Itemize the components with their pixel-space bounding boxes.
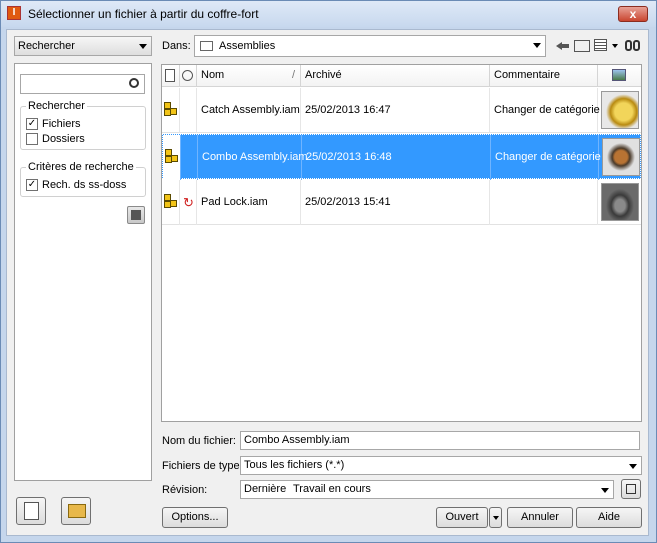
- row-comment: [490, 180, 598, 225]
- close-button[interactable]: x: [618, 6, 648, 22]
- filetype-select[interactable]: Tous les fichiers (*.*): [240, 456, 642, 475]
- row-comment: Changer de catégorie: [490, 88, 600, 133]
- folder-icon: [200, 41, 213, 51]
- cancel-button[interactable]: Annuler: [507, 507, 573, 528]
- window-title: Sélectionner un fichier à partir du coff…: [28, 7, 259, 21]
- search-icon: [129, 78, 139, 88]
- files-label: Fichiers: [42, 118, 81, 130]
- combo-assembly-thumbnail: [602, 138, 640, 176]
- header-thumbnail[interactable]: [598, 65, 641, 87]
- row-status-cell: [181, 135, 198, 180]
- header-comment-label: Commentaire: [494, 69, 561, 81]
- file-list: Nom / Archivé Commentaire Catch Assembly…: [161, 64, 642, 422]
- subfolders-label: Rech. ds ss-doss: [42, 179, 127, 191]
- table-row-selected[interactable]: Combo Assembly.iam 25/02/2013 16:48 Chan…: [162, 134, 642, 180]
- subfolders-checkbox[interactable]: ✓: [26, 179, 38, 191]
- zoom-window-icon: [626, 484, 636, 494]
- save-search-button[interactable]: [127, 206, 145, 224]
- row-type-cell: [163, 135, 181, 180]
- refresh-status-icon: ↻: [180, 180, 197, 225]
- row-status-cell: [180, 88, 197, 133]
- chevron-down-icon: [533, 43, 541, 48]
- help-button[interactable]: Aide: [576, 507, 642, 528]
- catch-assembly-thumbnail: [601, 91, 639, 129]
- header-archived-label: Archivé: [305, 69, 342, 81]
- row-name: Catch Assembly.iam: [197, 88, 301, 133]
- assembly-icon: [164, 102, 179, 117]
- binoculars-icon: [625, 40, 632, 51]
- app-icon: I: [7, 6, 21, 20]
- row-thumbnail-cell: [598, 180, 641, 225]
- table-row[interactable]: ↻ Pad Lock.iam 25/02/2013 15:41: [162, 180, 641, 225]
- assembly-icon: [164, 194, 179, 209]
- location-select[interactable]: Assemblies: [194, 35, 546, 57]
- location-folder: Assemblies: [219, 40, 276, 52]
- header-comment[interactable]: Commentaire: [490, 65, 598, 87]
- criteria-group: Critères de recherche ✓ Rech. ds ss-doss: [20, 161, 146, 197]
- row-type-cell: [162, 180, 180, 225]
- open-options-dropdown[interactable]: [489, 507, 502, 528]
- revision-details-button[interactable]: [621, 479, 641, 499]
- search-mode-select[interactable]: Rechercher: [14, 36, 152, 56]
- sort-icon: /: [291, 69, 295, 81]
- header-status-column[interactable]: [180, 65, 197, 87]
- row-type-cell: [162, 88, 180, 133]
- filetype-value: Tous les fichiers (*.*): [244, 459, 345, 471]
- back-button[interactable]: [555, 38, 571, 54]
- row-archived: 25/02/2013 15:41: [301, 180, 490, 225]
- search-input[interactable]: [20, 74, 145, 94]
- table-row[interactable]: Catch Assembly.iam 25/02/2013 16:47 Chan…: [162, 88, 641, 133]
- criteria-group-title: Critères de recherche: [26, 161, 136, 173]
- title-bar[interactable]: I Sélectionner un fichier à partir du co…: [1, 1, 656, 27]
- chevron-down-icon: [493, 516, 499, 520]
- find-button[interactable]: [625, 37, 641, 53]
- folders-checkbox[interactable]: [26, 133, 38, 145]
- files-checkbox[interactable]: ✓: [26, 118, 38, 130]
- row-archived: 25/02/2013 16:48: [302, 135, 491, 180]
- filetype-label: Fichiers de type:: [162, 460, 243, 472]
- revision-select[interactable]: Dernière Travail en cours: [240, 480, 614, 499]
- open-folder-button[interactable]: [61, 497, 91, 525]
- filename-input[interactable]: Combo Assembly.iam: [240, 431, 640, 450]
- floppy-disk-icon: [131, 210, 141, 220]
- location-label: Dans:: [162, 40, 191, 52]
- chevron-down-icon: [601, 488, 609, 493]
- view-list-icon: [594, 39, 607, 51]
- row-name: Combo Assembly.iam: [198, 135, 308, 180]
- row-name: Pad Lock.iam: [197, 180, 301, 225]
- header-archived[interactable]: Archivé: [301, 65, 490, 87]
- search-mode-value: Rechercher: [18, 40, 75, 52]
- header-name-label: Nom: [201, 69, 225, 81]
- revision-value: Dernière: [244, 483, 287, 495]
- options-button[interactable]: Options...: [162, 507, 228, 528]
- blank-document-icon: [24, 502, 39, 520]
- document-icon: [165, 69, 175, 82]
- chevron-down-icon: [612, 44, 618, 48]
- assembly-icon: [165, 149, 180, 164]
- search-group: Rechercher ✓ Fichiers Dossiers: [20, 100, 146, 150]
- pad-lock-thumbnail: [601, 183, 639, 221]
- header-name[interactable]: Nom /: [197, 65, 301, 87]
- search-group-title: Rechercher: [26, 100, 87, 112]
- folders-label: Dossiers: [42, 133, 85, 145]
- circle-icon: [182, 70, 193, 81]
- open-button[interactable]: Ouvert: [436, 507, 488, 528]
- image-icon: [612, 69, 626, 81]
- chevron-down-icon: [139, 44, 147, 49]
- revision-label: Révision:: [162, 484, 208, 496]
- row-comment: Changer de catégorie: [491, 135, 601, 180]
- row-archived: 25/02/2013 16:47: [301, 88, 490, 133]
- new-document-button[interactable]: [16, 497, 46, 525]
- revision-state: Travail en cours: [293, 483, 371, 495]
- up-folder-button[interactable]: [574, 40, 590, 52]
- header-doc-icon-column[interactable]: [162, 65, 180, 87]
- chevron-down-icon: [629, 464, 637, 469]
- filename-label: Nom du fichier:: [162, 435, 236, 447]
- search-panel: Rechercher ✓ Fichiers Dossiers Critères …: [14, 63, 152, 481]
- folder-arrow-icon: [68, 504, 86, 518]
- view-menu-button[interactable]: [594, 38, 618, 54]
- row-thumbnail-cell: [598, 88, 641, 133]
- row-thumbnail-cell: [599, 135, 642, 180]
